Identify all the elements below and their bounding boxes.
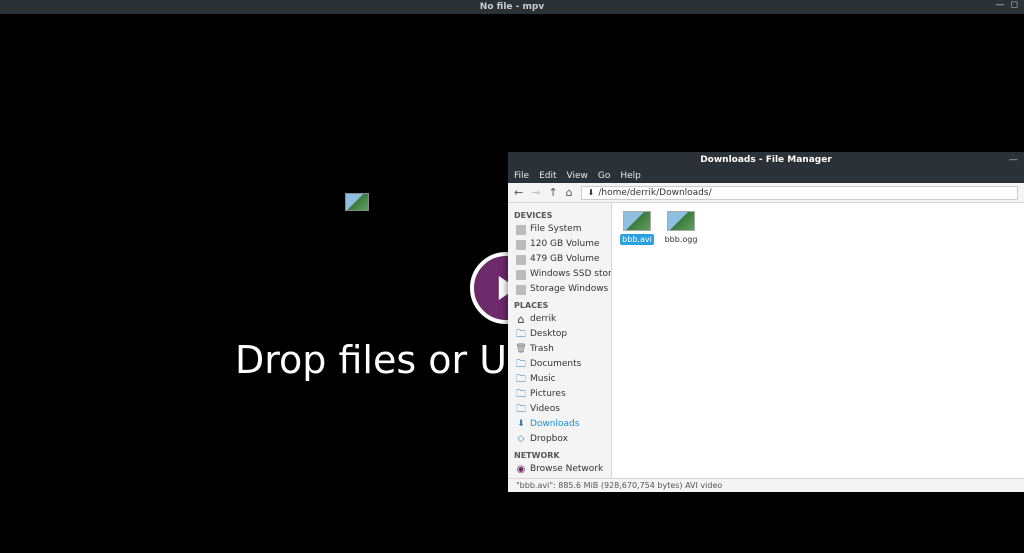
folder-icon (516, 330, 526, 340)
folder-icon (516, 360, 526, 370)
fm-toolbar: ← → ↑ ⌂ /home/derrik/Downloads/ (508, 183, 1024, 203)
home-icon (516, 315, 526, 325)
sidebar-item-trash[interactable]: Trash (508, 342, 611, 357)
sidebar-item-479gb[interactable]: 479 GB Volume (508, 252, 611, 267)
fm-menubar: File Edit View Go Help (508, 168, 1024, 183)
sidebar-item-storage-windows[interactable]: Storage Windows (508, 282, 611, 297)
status-text: "bbb.avi": 885.6 MiB (928,670,754 bytes)… (516, 481, 722, 490)
drive-icon (516, 270, 526, 280)
sidebar-item-windows-ssd[interactable]: Windows SSD storage (508, 267, 611, 282)
folder-icon (516, 375, 526, 385)
minimize-icon[interactable]: — (996, 0, 1005, 10)
sidebar-section-network: NETWORK (508, 447, 611, 462)
folder-icon (516, 390, 526, 400)
fm-content-area[interactable]: bbb.avi bbb.ogg (612, 203, 1024, 478)
minimize-icon[interactable]: — (1009, 152, 1018, 168)
dropbox-icon (516, 435, 526, 445)
sidebar-item-120gb[interactable]: 120 GB Volume (508, 237, 611, 252)
trash-icon (516, 345, 526, 355)
path-text: /home/derrik/Downloads/ (598, 188, 711, 198)
download-icon (516, 420, 526, 430)
menu-view[interactable]: View (567, 171, 588, 181)
download-icon (588, 188, 595, 198)
forward-button: → (531, 186, 540, 199)
fm-statusbar: "bbb.avi": 885.6 MiB (928,670,754 bytes)… (508, 478, 1024, 492)
drive-icon (516, 285, 526, 295)
dragged-file-thumbnail (345, 193, 369, 211)
sidebar-section-devices: DEVICES (508, 207, 611, 222)
up-button[interactable]: ↑ (548, 186, 557, 199)
file-item[interactable]: bbb.ogg (664, 211, 698, 245)
sidebar-section-places: PLACES (508, 297, 611, 312)
mpv-titlebar: No file - mpv — ◻ (0, 0, 1024, 14)
drive-icon (516, 240, 526, 250)
sidebar-item-file-system[interactable]: File System (508, 222, 611, 237)
maximize-icon[interactable]: ◻ (1011, 0, 1018, 10)
drive-icon (516, 255, 526, 265)
network-icon (516, 465, 526, 475)
sidebar-item-dropbox[interactable]: Dropbox (508, 432, 611, 447)
file-manager-window: Downloads - File Manager — File Edit Vie… (508, 152, 1024, 492)
file-label: bbb.ogg (663, 234, 700, 245)
file-label: bbb.avi (620, 234, 654, 245)
sidebar-item-documents[interactable]: Documents (508, 357, 611, 372)
file-item[interactable]: bbb.avi (620, 211, 654, 245)
sidebar-item-music[interactable]: Music (508, 372, 611, 387)
back-button[interactable]: ← (514, 186, 523, 199)
sidebar-item-browse-network[interactable]: Browse Network (508, 462, 611, 477)
sidebar-item-downloads[interactable]: Downloads (508, 417, 611, 432)
sidebar-item-desktop[interactable]: Desktop (508, 327, 611, 342)
sidebar-item-pictures[interactable]: Pictures (508, 387, 611, 402)
sidebar-item-videos[interactable]: Videos (508, 402, 611, 417)
sidebar-item-home[interactable]: derrik (508, 312, 611, 327)
menu-go[interactable]: Go (598, 171, 610, 181)
menu-edit[interactable]: Edit (539, 171, 556, 181)
fm-window-title: Downloads - File Manager (700, 155, 832, 165)
fm-titlebar[interactable]: Downloads - File Manager — (508, 152, 1024, 168)
drive-icon (516, 225, 526, 235)
home-button[interactable]: ⌂ (566, 186, 573, 199)
video-thumbnail-icon (667, 211, 695, 231)
mpv-window-title: No file - mpv (480, 2, 544, 12)
folder-icon (516, 405, 526, 415)
menu-file[interactable]: File (514, 171, 529, 181)
menu-help[interactable]: Help (620, 171, 641, 181)
video-thumbnail-icon (623, 211, 651, 231)
path-bar[interactable]: /home/derrik/Downloads/ (581, 186, 1018, 200)
fm-sidebar: DEVICES File System 120 GB Volume 479 GB… (508, 203, 612, 478)
